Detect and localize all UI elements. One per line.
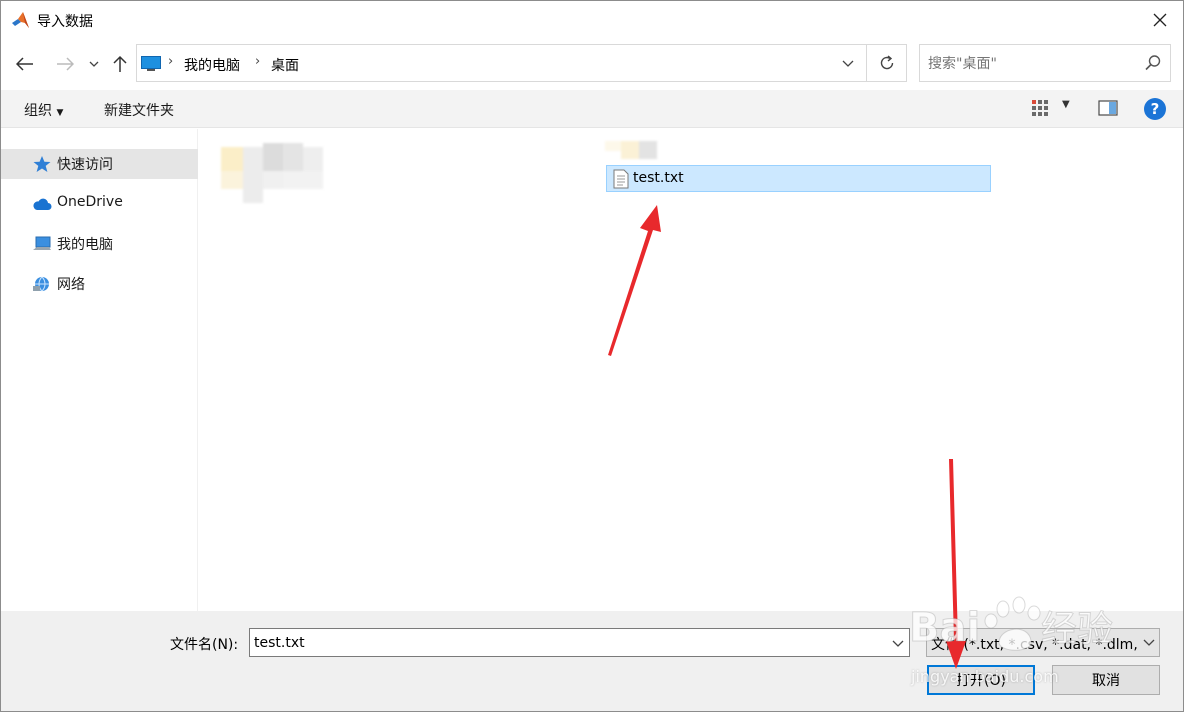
sidebar-item-label: OneDrive bbox=[57, 194, 123, 210]
search-input[interactable] bbox=[928, 54, 1128, 74]
breadcrumb-desktop[interactable]: 桌面 bbox=[271, 55, 299, 75]
file-name: test.txt bbox=[633, 170, 684, 186]
star-icon bbox=[33, 156, 51, 172]
watermark-url: jingyan.baidu.com bbox=[911, 667, 1059, 686]
sidebar-item-label: 网络 bbox=[57, 277, 85, 293]
chevron-down-icon bbox=[1143, 639, 1155, 646]
breadcrumb-separator: › bbox=[168, 54, 174, 69]
blurred-folder-item bbox=[221, 143, 323, 203]
refresh-icon bbox=[880, 55, 894, 70]
computer-icon bbox=[33, 236, 51, 250]
forward-button[interactable] bbox=[53, 51, 77, 77]
filename-combobox[interactable] bbox=[249, 628, 910, 657]
import-data-dialog: 导入数据 › 我的电脑 › 桌面 搜索"桌面" 组织 ▼ 新建文件夹 ▼ ? 快… bbox=[0, 0, 1184, 712]
organize-label: 组织 bbox=[24, 103, 52, 119]
back-button[interactable] bbox=[13, 51, 37, 77]
cancel-button[interactable]: 取消 bbox=[1052, 665, 1160, 695]
view-options-dropdown[interactable]: ▼ bbox=[1062, 99, 1070, 110]
help-icon[interactable]: ? bbox=[1144, 98, 1166, 120]
address-history-dropdown[interactable] bbox=[833, 45, 863, 81]
chevron-down-icon bbox=[89, 61, 99, 67]
filename-input[interactable] bbox=[254, 633, 874, 653]
recent-locations-button[interactable] bbox=[84, 51, 104, 77]
sidebar-item-onedrive[interactable]: OneDrive bbox=[1, 189, 198, 219]
command-toolbar: 组织 ▼ 新建文件夹 ▼ bbox=[1, 90, 1183, 128]
preview-pane-icon[interactable] bbox=[1098, 99, 1118, 117]
arrow-up-icon bbox=[113, 55, 127, 72]
file-type-filter-value: 文件 (*.txt, *.csv, *.dat, *.dlm, bbox=[931, 637, 1137, 653]
caret-down-icon: ▼ bbox=[56, 108, 64, 118]
filename-history-dropdown[interactable] bbox=[887, 629, 909, 656]
view-grid-icon[interactable] bbox=[1031, 99, 1049, 117]
window-title: 导入数据 bbox=[37, 14, 93, 30]
sidebar-item-label: 快速访问 bbox=[57, 157, 113, 173]
sidebar-item-network[interactable]: 网络 bbox=[1, 269, 198, 299]
refresh-button[interactable] bbox=[868, 45, 906, 81]
breadcrumb-separator: › bbox=[255, 54, 261, 69]
divider bbox=[866, 45, 867, 81]
close-button[interactable] bbox=[1137, 1, 1183, 39]
cloud-icon bbox=[33, 198, 52, 210]
chevron-down-icon bbox=[842, 60, 854, 67]
address-bar[interactable]: › 我的电脑 › 桌面 bbox=[136, 44, 907, 82]
breadcrumb-my-computer[interactable]: 我的电脑 bbox=[184, 55, 240, 75]
network-icon bbox=[33, 276, 49, 292]
sidebar-item-my-computer[interactable]: 我的电脑 bbox=[1, 229, 198, 259]
sidebar-item-label: 我的电脑 bbox=[57, 237, 113, 253]
blurred-folder-item bbox=[605, 141, 657, 159]
chevron-down-icon bbox=[892, 640, 904, 647]
close-icon bbox=[1153, 13, 1167, 27]
arrow-left-icon bbox=[16, 57, 33, 71]
computer-icon bbox=[141, 56, 161, 71]
file-list: test.txt bbox=[199, 129, 1183, 611]
title-bar: 导入数据 bbox=[1, 1, 1183, 39]
file-item-test-txt[interactable]: test.txt bbox=[606, 165, 991, 192]
matlab-logo-icon bbox=[12, 12, 29, 28]
search-icon bbox=[1145, 55, 1161, 71]
sidebar-item-quick-access[interactable]: 快速访问 bbox=[1, 149, 198, 179]
new-folder-button[interactable]: 新建文件夹 bbox=[104, 100, 174, 120]
dialog-footer: 文件名(N): 文件 (*.txt, *.csv, *.dat, *.dlm, … bbox=[1, 611, 1183, 711]
file-type-filter[interactable]: 文件 (*.txt, *.csv, *.dat, *.dlm, bbox=[926, 628, 1160, 657]
search-box[interactable] bbox=[919, 44, 1171, 82]
up-button[interactable] bbox=[108, 51, 132, 77]
filename-label: 文件名(N): bbox=[170, 637, 239, 653]
organize-menu[interactable]: 组织 ▼ bbox=[24, 100, 63, 120]
text-file-icon bbox=[613, 169, 629, 189]
arrow-right-icon bbox=[57, 57, 74, 71]
navigation-pane: 快速访问 OneDrive 我的电脑 网络 bbox=[1, 129, 198, 611]
